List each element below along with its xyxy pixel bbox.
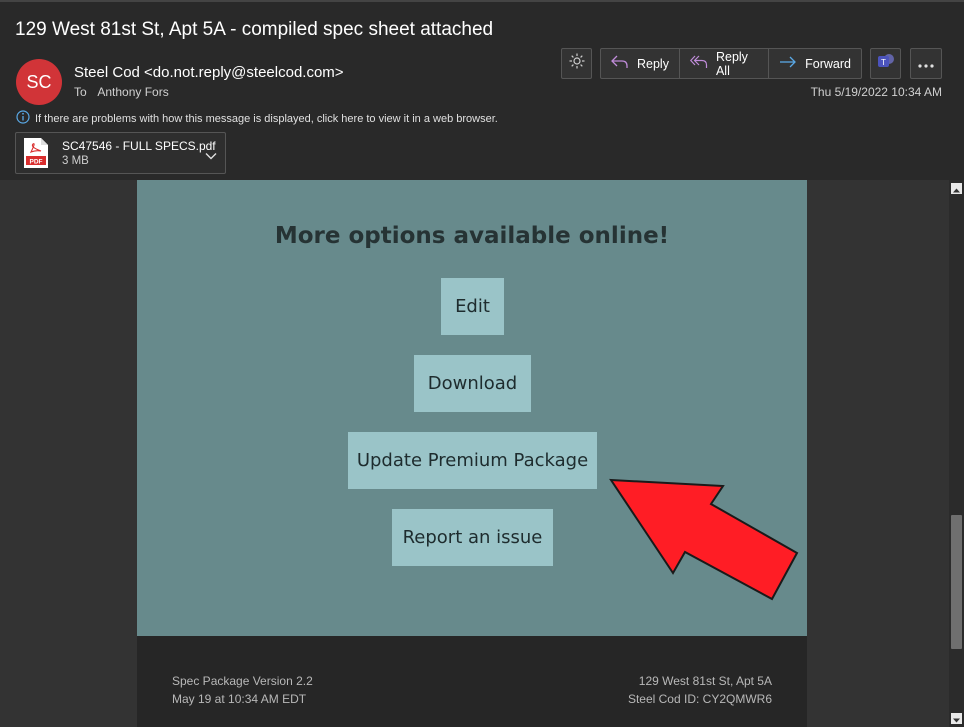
message-subject: 129 West 81st St, Apt 5A - compiled spec…: [15, 19, 494, 40]
reply-all-icon: [689, 55, 716, 72]
reply-icon: [611, 55, 637, 72]
recipient-name[interactable]: Anthony Fors: [97, 85, 168, 99]
more-icon: [918, 55, 934, 73]
attachment-card[interactable]: PDF SC47546 - FULL SPECS.pdf 3 MB: [15, 132, 226, 174]
theme-toggle-button[interactable]: [561, 48, 592, 79]
forward-button[interactable]: Forward: [769, 49, 861, 78]
scrollbar-thumb[interactable]: [951, 515, 962, 649]
reply-button[interactable]: Reply: [601, 49, 680, 78]
to-label: To: [74, 85, 87, 99]
sun-icon: [569, 53, 585, 74]
scroll-up-button[interactable]: [951, 183, 962, 194]
message-footer: Spec Package Version 2.2 May 19 at 10:34…: [137, 636, 807, 727]
forward-label: Forward: [805, 56, 851, 71]
info-icon: [16, 110, 35, 127]
teams-button[interactable]: T: [870, 48, 901, 79]
message-header: 129 West 81st St, Apt 5A - compiled spec…: [0, 0, 964, 180]
sender-avatar[interactable]: SC: [16, 59, 62, 105]
more-actions-button[interactable]: [910, 48, 942, 79]
footer-version: Spec Package Version 2.2: [172, 674, 313, 688]
attachment-name: SC47546 - FULL SPECS.pdf: [62, 139, 216, 153]
chevron-down-icon[interactable]: [205, 147, 217, 165]
footer-address: 129 West 81st St, Apt 5A: [638, 674, 772, 688]
pdf-icon-label: PDF: [30, 159, 43, 166]
svg-text:T: T: [881, 58, 886, 67]
reply-label: Reply: [637, 56, 669, 71]
reply-all-label: Reply All: [715, 49, 748, 78]
vertical-scrollbar[interactable]: [949, 180, 964, 727]
info-text: If there are problems with how this mess…: [35, 112, 498, 125]
attachment-size: 3 MB: [62, 155, 89, 167]
footer-timestamp: May 19 at 10:34 AM EDT: [172, 692, 307, 706]
reply-all-button[interactable]: Reply All: [680, 49, 770, 78]
teams-icon: T: [877, 52, 895, 75]
scroll-down-button[interactable]: [951, 713, 962, 724]
message-body: More options available online! Edit Down…: [0, 180, 949, 727]
view-in-browser-notice[interactable]: If there are problems with how this mess…: [16, 110, 498, 127]
update-premium-package-button[interactable]: Update Premium Package: [348, 432, 597, 489]
reply-button-group: Reply Reply All Forward: [600, 48, 862, 79]
footer-right: 129 West 81st St, Apt 5A Steel Cod ID: C…: [628, 672, 772, 708]
message-date: Thu 5/19/2022 10:34 AM: [810, 85, 942, 99]
sender-address[interactable]: Steel Cod <do.not.reply@steelcod.com>: [74, 64, 344, 81]
download-button[interactable]: Download: [414, 355, 531, 412]
forward-icon: [779, 55, 805, 72]
footer-id: Steel Cod ID: CY2QMWR6: [627, 692, 772, 706]
footer-left: Spec Package Version 2.2 May 19 at 10:34…: [172, 672, 313, 708]
report-issue-button[interactable]: Report an issue: [392, 509, 553, 566]
recipient-line: To Anthony Fors: [74, 85, 169, 99]
red-arrow-annotation: [609, 478, 799, 601]
pdf-icon: PDF: [24, 138, 48, 168]
attachment-details: SC47546 - FULL SPECS.pdf 3 MB: [62, 139, 216, 167]
edit-button[interactable]: Edit: [441, 278, 504, 335]
panel-title: More options available online!: [274, 223, 670, 249]
